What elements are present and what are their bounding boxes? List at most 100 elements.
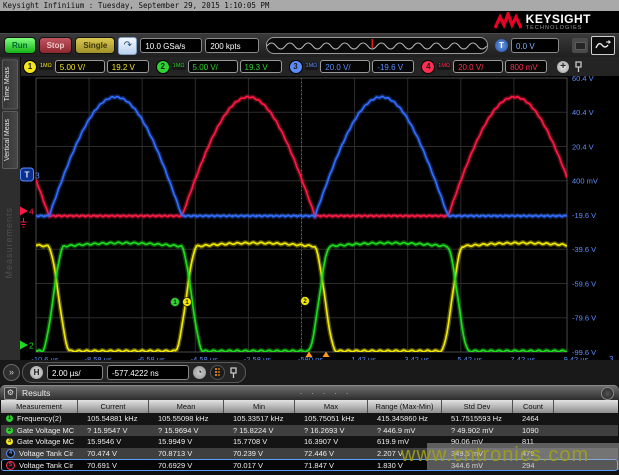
trigger-badge-glyph: T (25, 171, 30, 180)
measurement-name: Voltage Tank Cir (19, 461, 73, 470)
channel-2-scale-field[interactable]: 5.00 V/ (188, 60, 238, 73)
sample-rate-field[interactable]: 10.0 GSa/s (140, 38, 202, 53)
measurement-value: 2464 (513, 414, 554, 423)
waveform-display[interactable]: 112T34260.4 V40.4 V20.4 V400 mV-19.6 V-3… (20, 76, 619, 365)
channel-ground-label: 4 (29, 207, 34, 217)
ground-symbol-icon (21, 218, 27, 227)
measurement-source-icon: 3 (6, 438, 13, 445)
v-axis-label: -79.6 V (572, 314, 596, 323)
column-header-std-dev[interactable]: Std Dev (442, 400, 513, 413)
results-title: Results (22, 388, 50, 398)
channel-ground-label: 2 (29, 341, 34, 351)
tab-vertical-meas[interactable]: Vertical Meas (2, 111, 18, 169)
timebase-scale-field[interactable]: 2.00 µs/ (47, 365, 103, 380)
channel-2-icon[interactable]: 2 (156, 60, 170, 74)
column-header-min[interactable]: Min (224, 400, 295, 413)
tab-time-meas[interactable]: Time Meas (2, 59, 18, 109)
measurement-value: 15.9546 V (78, 437, 149, 446)
v-axis-label: 400 mV (572, 177, 598, 186)
measurement-value: 51.7515593 Hz (442, 414, 513, 423)
measurement-value: 71.847 V (295, 461, 368, 470)
drag-handle[interactable]: · · · · · (50, 388, 601, 398)
window-titlebar: Keysight Infiniium : Tuesday, September … (0, 0, 619, 11)
trigger-icon[interactable]: T (495, 39, 508, 52)
panel-close-icon[interactable] (601, 387, 614, 400)
channel-ground-marker[interactable] (20, 207, 28, 216)
channel-2-offset-field[interactable]: 19.3 V (240, 60, 282, 73)
measurement-source-icon: 5 (6, 461, 15, 470)
measurement-value: 105.54881 kHz (78, 414, 149, 423)
measurement-row-2[interactable]: 2Gate Voltage MC? 15.9547 V? 15.9694 V? … (1, 425, 618, 437)
display-icon[interactable] (572, 38, 588, 53)
channel-1-offset-field[interactable]: 19.2 V (107, 60, 149, 73)
measurement-name-cell: 1 Frequency(2) (1, 414, 78, 423)
column-header-count[interactable]: Count (513, 400, 554, 413)
trigger-level-field[interactable]: 0.0 V (511, 38, 559, 53)
v-axis-label: -19.6 V (572, 211, 596, 220)
channel-3-coupling: 1MΩ (305, 63, 319, 70)
main-toolbar: Run Stop Single ↷ 10.0 GSa/s 200 kpts T … (0, 33, 619, 57)
single-button[interactable]: Single (75, 37, 115, 54)
expand-button[interactable]: » (3, 364, 20, 381)
histogram-icon[interactable] (210, 365, 225, 380)
pin-icon[interactable] (574, 61, 583, 73)
pin-icon[interactable] (229, 367, 238, 379)
column-header-filler (554, 400, 617, 413)
channel-3-offset-field[interactable]: -19.6 V (372, 60, 414, 73)
gear-icon[interactable]: ⚙ (4, 387, 17, 400)
preview-waveform-icon (267, 38, 487, 53)
zoom-mode-icon[interactable]: ◔ (193, 366, 206, 379)
acquisition-preview[interactable] (266, 37, 488, 54)
measurement-value: 105.75051 kHz (295, 414, 368, 423)
autoscale-glyph-icon (595, 40, 611, 51)
keysight-spark-icon (494, 12, 522, 32)
channel-3-icon[interactable]: 3 (289, 60, 303, 74)
autoscale-icon[interactable] (591, 36, 615, 55)
measurement-value: ? 15.8224 V (224, 426, 295, 435)
sidebar-watermark: Measurements (4, 207, 14, 279)
measurement-value: 70.8713 V (149, 449, 224, 458)
measurement-name-cell: 3Gate Voltage MC (1, 437, 78, 446)
horizontal-icon[interactable]: H (30, 366, 43, 379)
measurement-row-1[interactable]: 1 Frequency(2) 105.54881 kHz105.55098 kHz 1… (1, 413, 618, 425)
column-header-range-max-min-[interactable]: Range (Max-Min) (368, 400, 442, 413)
channel-4-coupling: 1MΩ (437, 63, 451, 70)
channel-4-group: 41MΩ20.0 V/800 mV (421, 60, 547, 74)
brand-subname: TECHNOLOGIES (526, 25, 591, 31)
measurement-value: 16.3907 V (295, 437, 368, 446)
results-table-header: MeasurementCurrentMeanMinMaxRange (Max-M… (1, 400, 618, 413)
oscilloscope-app: Keysight Infiniium : Tuesday, September … (0, 0, 619, 475)
measurement-value: 105.55098 kHz (149, 414, 224, 423)
add-waveform-button[interactable]: + (557, 61, 569, 73)
channel-ground-marker[interactable] (20, 341, 28, 350)
channel-4-offset-field[interactable]: 800 mV (505, 60, 547, 73)
channel-4-scale-field[interactable]: 20.0 V/ (453, 60, 503, 73)
touch-icon[interactable]: ↷ (118, 37, 137, 55)
trigger-channel-label: 3 (35, 171, 40, 181)
column-header-current[interactable]: Current (78, 400, 149, 413)
measurement-value: 15.9949 V (149, 437, 224, 446)
measurement-name: Frequency(2) (17, 414, 62, 423)
timebase-position-field[interactable]: -577.4222 ns (107, 365, 189, 380)
brand-name: KEYSIGHT (526, 13, 591, 25)
channel-1-icon[interactable]: 1 (23, 60, 37, 74)
measurement-source-icon: 1 (6, 415, 13, 422)
results-header[interactable]: ⚙ Results · · · · · (0, 385, 619, 400)
measurement-value: 72.446 V (295, 449, 368, 458)
measurement-source-icon: 4 (6, 449, 15, 458)
measurement-value: ? 16.2693 V (295, 426, 368, 435)
column-header-max[interactable]: Max (295, 400, 368, 413)
measurement-name-cell: 5 Voltage Tank Cir (1, 461, 78, 470)
logo-band: KEYSIGHT TECHNOLOGIES (0, 11, 619, 33)
memory-depth-field[interactable]: 200 kpts (205, 38, 259, 53)
stop-button[interactable]: Stop (39, 37, 73, 54)
channel-4-icon[interactable]: 4 (421, 60, 435, 74)
channel-1-scale-field[interactable]: 5.00 V/ (55, 60, 105, 73)
measurement-value: 1090 (513, 426, 554, 435)
run-button[interactable]: Run (4, 37, 36, 54)
v-axis-label: 40.4 V (572, 108, 594, 117)
column-header-mean[interactable]: Mean (149, 400, 224, 413)
measurement-value: 70.691 V (78, 461, 149, 470)
column-header-measurement[interactable]: Measurement (1, 400, 78, 413)
channel-3-scale-field[interactable]: 20.0 V/ (320, 60, 370, 73)
